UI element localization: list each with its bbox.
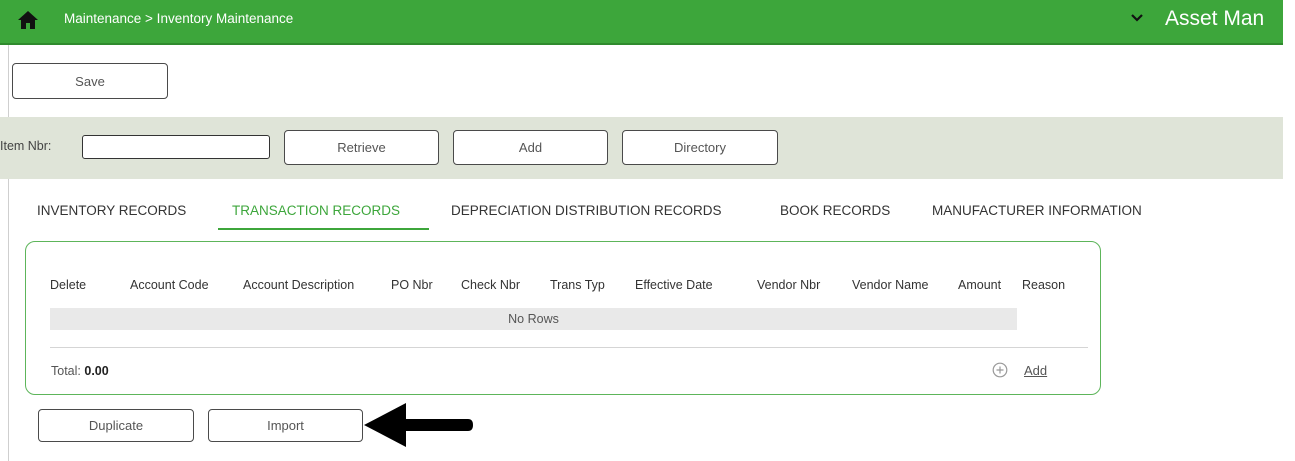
total-value: 0.00 (84, 364, 109, 378)
app-title: Asset Man (1165, 7, 1265, 30)
save-bar (9, 47, 1283, 117)
tab-inventory-records[interactable]: INVENTORY RECORDS (37, 203, 186, 218)
duplicate-button[interactable]: Duplicate (38, 409, 194, 442)
pointer-arrow-icon (364, 403, 473, 447)
active-tab-indicator (218, 228, 429, 230)
breadcrumb: Maintenance > Inventory Maintenance (64, 11, 294, 26)
tab-transaction-records[interactable]: TRANSACTION RECORDS (232, 203, 400, 218)
chevron-down-icon[interactable] (1130, 11, 1144, 25)
tab-manufacturer-information[interactable]: MANUFACTURER INFORMATION (932, 203, 1142, 218)
column-header-effective-date[interactable]: Effective Date (635, 278, 713, 292)
empty-table-message: No Rows (50, 308, 1017, 330)
column-header-delete[interactable]: Delete (50, 278, 86, 292)
column-header-trans-typ[interactable]: Trans Typ (550, 278, 605, 292)
item-nbr-input[interactable] (82, 135, 270, 159)
transaction-records-panel: Delete Account Code Account Description … (25, 241, 1101, 395)
retrieve-button[interactable]: Retrieve (284, 130, 439, 165)
column-header-po-nbr[interactable]: PO Nbr (391, 278, 433, 292)
column-header-account-description[interactable]: Account Description (243, 278, 354, 292)
column-header-account-code[interactable]: Account Code (130, 278, 209, 292)
item-nbr-label: Item Nbr: (0, 139, 52, 153)
column-header-check-nbr[interactable]: Check Nbr (461, 278, 520, 292)
tab-depreciation-distribution-records[interactable]: DEPRECIATION DISTRIBUTION RECORDS (451, 203, 722, 218)
header-bar: Maintenance > Inventory Maintenance Asse… (0, 0, 1283, 45)
right-edge (1283, 0, 1295, 461)
add-button[interactable]: Add (453, 130, 608, 165)
column-header-reason[interactable]: Reason (1022, 278, 1065, 292)
column-header-vendor-name[interactable]: Vendor Name (852, 278, 928, 292)
table-divider (50, 347, 1088, 348)
add-row-link[interactable]: Add (1024, 363, 1047, 378)
total-summary: Total: 0.00 (51, 364, 109, 378)
home-icon[interactable] (17, 10, 39, 30)
total-label: Total: (51, 364, 81, 378)
add-circle-icon[interactable] (992, 362, 1008, 378)
column-header-amount[interactable]: Amount (958, 278, 1001, 292)
tab-bar: INVENTORY RECORDS TRANSACTION RECORDS DE… (0, 194, 1283, 234)
tab-book-records[interactable]: BOOK RECORDS (780, 203, 890, 218)
column-header-vendor-nbr[interactable]: Vendor Nbr (757, 278, 820, 292)
save-button[interactable]: Save (12, 63, 168, 99)
directory-button[interactable]: Directory (622, 130, 778, 165)
import-button[interactable]: Import (208, 409, 363, 442)
